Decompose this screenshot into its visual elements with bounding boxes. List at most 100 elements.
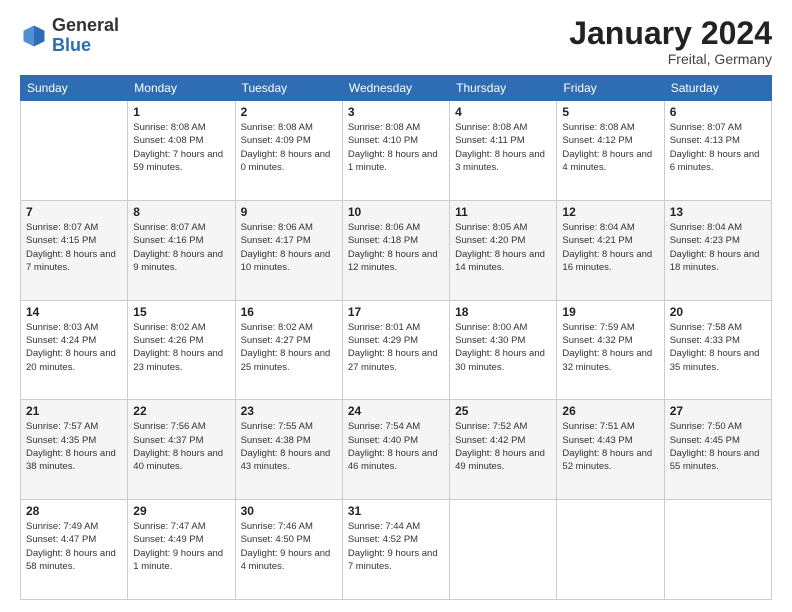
table-row: 26 Sunrise: 7:51 AM Sunset: 4:43 PM Dayli… xyxy=(557,400,664,500)
day-number: 23 xyxy=(241,404,337,418)
table-row: 23 Sunrise: 7:55 AM Sunset: 4:38 PM Dayli… xyxy=(235,400,342,500)
table-row: 25 Sunrise: 7:52 AM Sunset: 4:42 PM Dayli… xyxy=(450,400,557,500)
table-row xyxy=(21,101,128,201)
day-number: 27 xyxy=(670,404,766,418)
calendar-week-row: 7 Sunrise: 8:07 AM Sunset: 4:15 PM Daylig… xyxy=(21,200,772,300)
day-number: 6 xyxy=(670,105,766,119)
col-wednesday: Wednesday xyxy=(342,76,449,101)
logo-general: General xyxy=(52,15,119,35)
day-info: Sunrise: 8:02 AM Sunset: 4:26 PM Dayligh… xyxy=(133,321,229,374)
table-row: 18 Sunrise: 8:00 AM Sunset: 4:30 PM Dayli… xyxy=(450,300,557,400)
calendar-week-row: 14Sunrise: 8:03 AM Sunset: 4:24 PM Dayli… xyxy=(21,300,772,400)
day-info: Sunrise: 8:08 AM Sunset: 4:11 PM Dayligh… xyxy=(455,121,551,174)
day-number: 5 xyxy=(562,105,658,119)
table-row: 29Sunrise: 7:47 AM Sunset: 4:49 PM Dayli… xyxy=(128,500,235,600)
day-info: Sunrise: 7:55 AM Sunset: 4:38 PM Dayligh… xyxy=(241,420,337,473)
table-row: 24 Sunrise: 7:54 AM Sunset: 4:40 PM Dayli… xyxy=(342,400,449,500)
day-info: Sunrise: 8:07 AM Sunset: 4:13 PM Dayligh… xyxy=(670,121,766,174)
table-row: 15Sunrise: 8:02 AM Sunset: 4:26 PM Dayli… xyxy=(128,300,235,400)
day-number: 20 xyxy=(670,305,766,319)
day-number: 24 xyxy=(348,404,444,418)
calendar-week-row: 21 Sunrise: 7:57 AM Sunset: 4:35 PM Dayli… xyxy=(21,400,772,500)
day-info: Sunrise: 8:08 AM Sunset: 4:09 PM Dayligh… xyxy=(241,121,337,174)
day-info: Sunrise: 8:03 AM Sunset: 4:24 PM Dayligh… xyxy=(26,321,122,374)
table-row: 1 Sunrise: 8:08 AM Sunset: 4:08 PM Daylig… xyxy=(128,101,235,201)
day-info: Sunrise: 8:08 AM Sunset: 4:08 PM Dayligh… xyxy=(133,121,229,174)
day-number: 12 xyxy=(562,205,658,219)
day-number: 2 xyxy=(241,105,337,119)
day-number: 19 xyxy=(562,305,658,319)
table-row: 5 Sunrise: 8:08 AM Sunset: 4:12 PM Daylig… xyxy=(557,101,664,201)
table-row: 14Sunrise: 8:03 AM Sunset: 4:24 PM Dayli… xyxy=(21,300,128,400)
day-info: Sunrise: 8:05 AM Sunset: 4:20 PM Dayligh… xyxy=(455,221,551,274)
day-info: Sunrise: 7:44 AM Sunset: 4:52 PM Dayligh… xyxy=(348,520,444,573)
day-number: 11 xyxy=(455,205,551,219)
day-number: 3 xyxy=(348,105,444,119)
day-number: 9 xyxy=(241,205,337,219)
day-info: Sunrise: 7:46 AM Sunset: 4:50 PM Dayligh… xyxy=(241,520,337,573)
day-info: Sunrise: 8:00 AM Sunset: 4:30 PM Dayligh… xyxy=(455,321,551,374)
table-row: 2 Sunrise: 8:08 AM Sunset: 4:09 PM Daylig… xyxy=(235,101,342,201)
col-tuesday: Tuesday xyxy=(235,76,342,101)
day-info: Sunrise: 7:50 AM Sunset: 4:45 PM Dayligh… xyxy=(670,420,766,473)
day-number: 4 xyxy=(455,105,551,119)
day-number: 16 xyxy=(241,305,337,319)
day-info: Sunrise: 8:07 AM Sunset: 4:16 PM Dayligh… xyxy=(133,221,229,274)
table-row: 4 Sunrise: 8:08 AM Sunset: 4:11 PM Daylig… xyxy=(450,101,557,201)
day-info: Sunrise: 8:08 AM Sunset: 4:10 PM Dayligh… xyxy=(348,121,444,174)
logo-blue: Blue xyxy=(52,35,91,55)
day-number: 10 xyxy=(348,205,444,219)
table-row: 28Sunrise: 7:49 AM Sunset: 4:47 PM Dayli… xyxy=(21,500,128,600)
table-row xyxy=(557,500,664,600)
day-number: 21 xyxy=(26,404,122,418)
col-friday: Friday xyxy=(557,76,664,101)
table-row: 11 Sunrise: 8:05 AM Sunset: 4:20 PM Dayli… xyxy=(450,200,557,300)
day-number: 1 xyxy=(133,105,229,119)
day-info: Sunrise: 8:02 AM Sunset: 4:27 PM Dayligh… xyxy=(241,321,337,374)
day-info: Sunrise: 7:59 AM Sunset: 4:32 PM Dayligh… xyxy=(562,321,658,374)
day-info: Sunrise: 8:01 AM Sunset: 4:29 PM Dayligh… xyxy=(348,321,444,374)
day-info: Sunrise: 8:07 AM Sunset: 4:15 PM Dayligh… xyxy=(26,221,122,274)
table-row: 6 Sunrise: 8:07 AM Sunset: 4:13 PM Daylig… xyxy=(664,101,771,201)
day-info: Sunrise: 7:57 AM Sunset: 4:35 PM Dayligh… xyxy=(26,420,122,473)
day-info: Sunrise: 8:06 AM Sunset: 4:17 PM Dayligh… xyxy=(241,221,337,274)
day-number: 17 xyxy=(348,305,444,319)
calendar-header-row: Sunday Monday Tuesday Wednesday Thursday… xyxy=(21,76,772,101)
table-row: 9 Sunrise: 8:06 AM Sunset: 4:17 PM Daylig… xyxy=(235,200,342,300)
col-saturday: Saturday xyxy=(664,76,771,101)
table-row: 16 Sunrise: 8:02 AM Sunset: 4:27 PM Dayli… xyxy=(235,300,342,400)
logo: General Blue xyxy=(20,16,119,56)
table-row: 12Sunrise: 8:04 AM Sunset: 4:21 PM Dayli… xyxy=(557,200,664,300)
table-row: 3 Sunrise: 8:08 AM Sunset: 4:10 PM Daylig… xyxy=(342,101,449,201)
page: General Blue January 2024 Freital, Germa… xyxy=(0,0,792,612)
day-info: Sunrise: 7:58 AM Sunset: 4:33 PM Dayligh… xyxy=(670,321,766,374)
table-row: 30Sunrise: 7:46 AM Sunset: 4:50 PM Dayli… xyxy=(235,500,342,600)
day-number: 25 xyxy=(455,404,551,418)
day-info: Sunrise: 7:49 AM Sunset: 4:47 PM Dayligh… xyxy=(26,520,122,573)
table-row: 27 Sunrise: 7:50 AM Sunset: 4:45 PM Dayli… xyxy=(664,400,771,500)
location-subtitle: Freital, Germany xyxy=(569,51,772,67)
day-info: Sunrise: 7:52 AM Sunset: 4:42 PM Dayligh… xyxy=(455,420,551,473)
table-row: 7 Sunrise: 8:07 AM Sunset: 4:15 PM Daylig… xyxy=(21,200,128,300)
day-number: 13 xyxy=(670,205,766,219)
day-info: Sunrise: 8:08 AM Sunset: 4:12 PM Dayligh… xyxy=(562,121,658,174)
day-number: 18 xyxy=(455,305,551,319)
day-number: 7 xyxy=(26,205,122,219)
day-info: Sunrise: 7:54 AM Sunset: 4:40 PM Dayligh… xyxy=(348,420,444,473)
table-row: 20 Sunrise: 7:58 AM Sunset: 4:33 PM Dayli… xyxy=(664,300,771,400)
table-row xyxy=(664,500,771,600)
table-row: 31Sunrise: 7:44 AM Sunset: 4:52 PM Dayli… xyxy=(342,500,449,600)
day-number: 22 xyxy=(133,404,229,418)
header: General Blue January 2024 Freital, Germa… xyxy=(20,16,772,67)
col-thursday: Thursday xyxy=(450,76,557,101)
day-number: 26 xyxy=(562,404,658,418)
day-info: Sunrise: 7:51 AM Sunset: 4:43 PM Dayligh… xyxy=(562,420,658,473)
table-row: 10 Sunrise: 8:06 AM Sunset: 4:18 PM Dayli… xyxy=(342,200,449,300)
table-row: 13Sunrise: 8:04 AM Sunset: 4:23 PM Dayli… xyxy=(664,200,771,300)
table-row: 17 Sunrise: 8:01 AM Sunset: 4:29 PM Dayli… xyxy=(342,300,449,400)
title-block: January 2024 Freital, Germany xyxy=(569,16,772,67)
logo-text: General Blue xyxy=(52,16,119,56)
day-info: Sunrise: 8:06 AM Sunset: 4:18 PM Dayligh… xyxy=(348,221,444,274)
day-info: Sunrise: 7:56 AM Sunset: 4:37 PM Dayligh… xyxy=(133,420,229,473)
calendar-week-row: 28Sunrise: 7:49 AM Sunset: 4:47 PM Dayli… xyxy=(21,500,772,600)
